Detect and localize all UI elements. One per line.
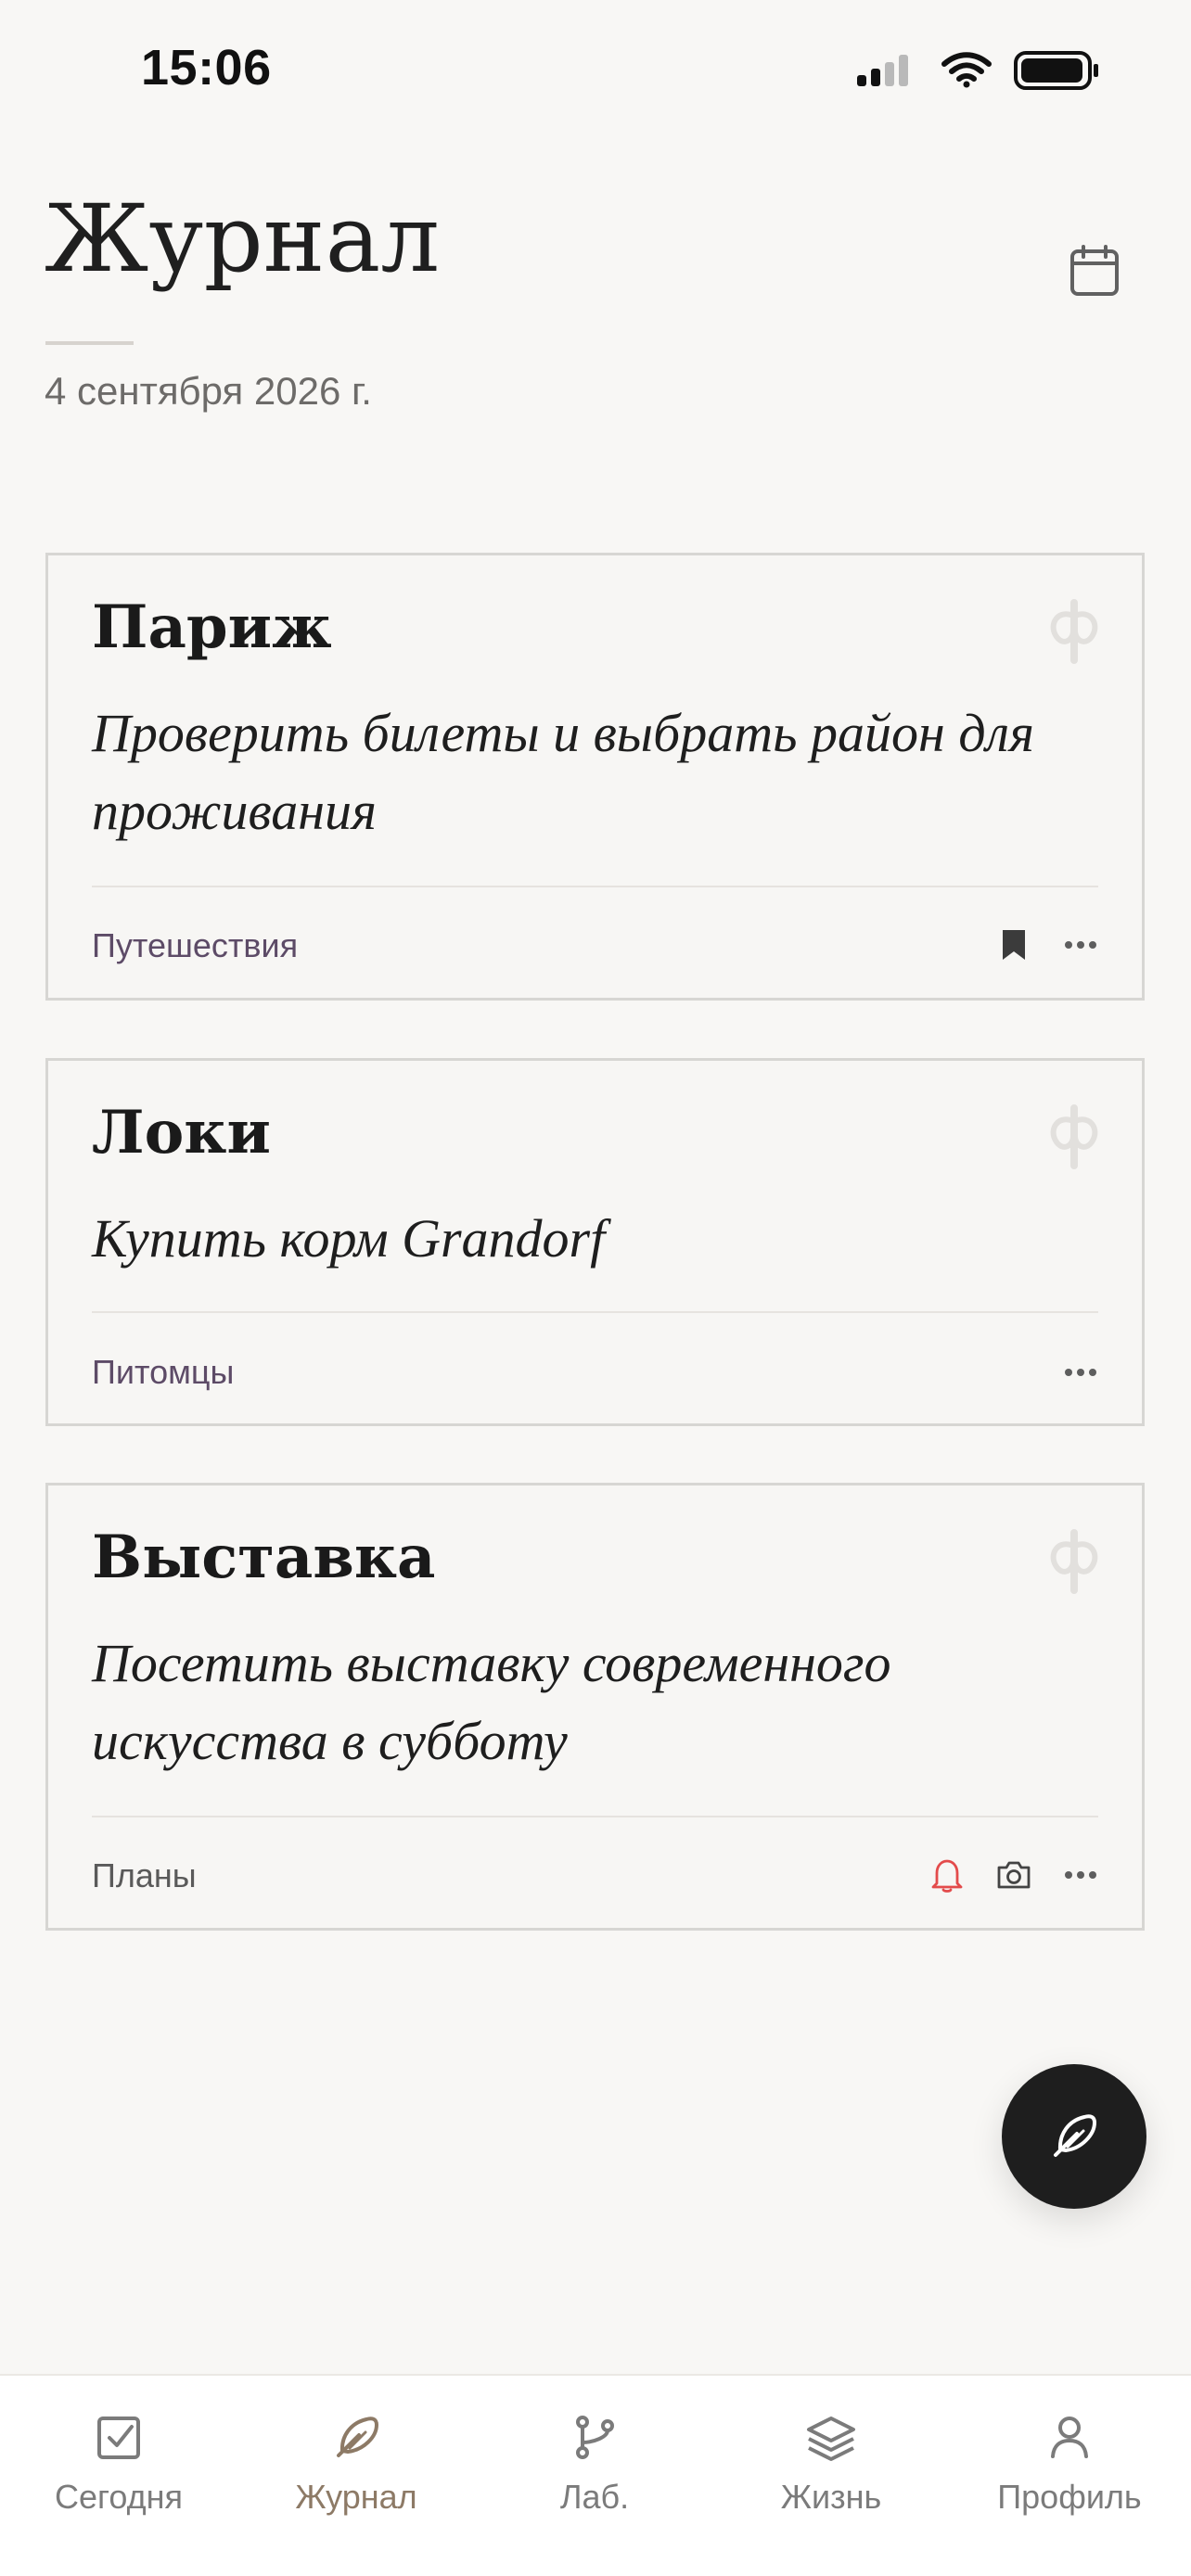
journal-screen: 15:06 Журнал 4 сентября 2026 г. Париж Пр… [0,0,1191,2576]
tab-lab[interactable]: Лаб. [493,2392,697,2531]
battery-icon [1014,51,1098,90]
journal-card-paris[interactable]: Париж Проверить билеты и выбрать район д… [45,553,1145,1001]
status-time: 15:06 [141,40,272,96]
card-divider [92,1816,1098,1817]
card-title: Локи [92,1098,271,1167]
tab-profile[interactable]: Профиль [967,2392,1172,2531]
more-button[interactable] [1060,1352,1101,1393]
page-title: Журнал [45,185,441,293]
card-actions [1060,1345,1101,1400]
card-text: Купить корм Grandorf [92,1208,606,1269]
photo-button[interactable] [993,1855,1034,1895]
reminder-button[interactable] [927,1855,967,1895]
card-text: Проверить билеты и выбрать район для про… [92,703,1034,841]
tab-journal[interactable]: Журнал [254,2392,458,2531]
bell-icon [931,1859,963,1893]
more-icon [1065,1871,1096,1879]
camera-icon [997,1861,1031,1889]
signal-icon [857,55,908,86]
more-button[interactable] [1060,1855,1101,1895]
calendar-button[interactable] [1056,232,1133,310]
card-divider [92,886,1098,887]
bookmark-icon [1003,930,1025,960]
card-tag[interactable]: Питомцы [92,1356,234,1389]
tab-label: Журнал [295,2478,417,2516]
phi-symbol-icon [1050,599,1098,664]
layers-icon [807,2417,855,2461]
tab-today[interactable]: Сегодня [17,2392,221,2531]
branch-icon [576,2416,614,2459]
more-button[interactable] [1060,925,1101,965]
journal-card-exhibition[interactable]: Выставка Посетить выставку современного … [45,1483,1145,1931]
phi-symbol-icon [1050,1529,1098,1594]
feather-icon [1054,2114,1096,2157]
card-actions [993,917,1101,973]
bottom-tab-bar: Сегодня Журнал Лаб. Жизнь Профиль [0,2374,1191,2576]
card-tag[interactable]: Путешествия [92,929,298,963]
tab-label: Профиль [997,2478,1142,2516]
new-entry-button[interactable] [1002,2064,1146,2209]
bookmark-button[interactable] [993,925,1034,965]
card-title: Выставка [92,1523,436,1592]
card-divider [92,1311,1098,1313]
card-tag[interactable]: Планы [92,1859,197,1893]
card-title: Париж [92,593,332,662]
checkbox-icon [97,2417,140,2459]
feather-icon [337,2417,378,2457]
user-icon [1051,2417,1088,2458]
journal-card-loki[interactable]: Локи Купить корм Grandorf Питомцы [45,1058,1145,1426]
title-underline [45,341,134,345]
tab-label: Лаб. [559,2478,630,2516]
more-icon [1065,941,1096,949]
calendar-icon [1070,245,1119,296]
phi-symbol-icon [1050,1104,1098,1169]
tab-label: Жизнь [780,2478,882,2516]
card-actions [927,1847,1101,1903]
more-icon [1065,1369,1096,1376]
tab-life[interactable]: Жизнь [729,2392,933,2531]
status-bar: 15:06 [0,0,1191,139]
tab-label: Сегодня [55,2478,183,2516]
wifi-icon [941,52,992,88]
date-label: 4 сентября 2026 г. [45,369,372,413]
card-text: Посетить выставку современного искусства… [92,1633,891,1771]
